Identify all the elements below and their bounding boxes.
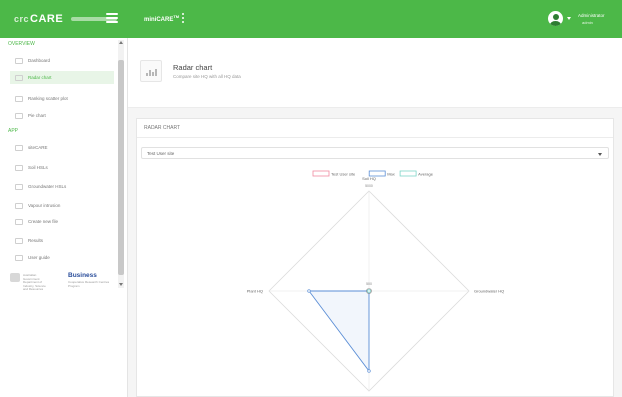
radar-series-1	[308, 290, 370, 373]
radar-tick-label-center: 500	[366, 282, 372, 286]
scroll-down-arrow-icon[interactable]	[119, 283, 123, 286]
app-title-text: miniCARE	[144, 17, 174, 23]
radar-chart: Test User site Max Average Soil HQ Groundwat…	[247, 170, 504, 397]
user-avatar-icon[interactable]	[548, 11, 563, 26]
vapour-icon	[15, 202, 23, 209]
radar-point-1-3[interactable]	[307, 289, 311, 293]
radar-axis-label-1: Groundwater HQ	[474, 289, 504, 294]
sidebar-item-groundwater-hsls[interactable]: Groundwater HSLs	[10, 180, 114, 193]
more-options-icon[interactable]	[182, 13, 185, 24]
page-header: Radar chart Compare site HQ with all HQ …	[128, 38, 622, 108]
sidebar-section-overview: OVERVIEW	[8, 41, 35, 47]
sidebar-item-vapour-intrusion[interactable]: Vapour intrusion	[10, 199, 114, 212]
legend-label-1[interactable]: Max	[387, 172, 395, 177]
card-title: RADAR CHART	[144, 125, 181, 131]
top-bar: crc CARE miniCARETM Administrator admin	[0, 0, 622, 38]
legend-swatch-2[interactable]	[399, 170, 417, 177]
sidebar-item-label: Radar chart	[28, 75, 52, 80]
chevron-down-icon[interactable]	[567, 17, 571, 20]
sidebar-section-app: APP	[8, 128, 19, 134]
pie-chart-icon	[15, 112, 23, 119]
sidebar-item-soil-hsls[interactable]: Soil HSLs	[10, 161, 114, 174]
radar-point-2-3[interactable]	[367, 289, 371, 293]
sidebar-item-pie-chart[interactable]: Pie chart	[10, 109, 114, 122]
user-role: admin	[582, 20, 593, 25]
page-subtitle: Compare site HQ with all HQ data	[173, 74, 241, 79]
legend-label-0[interactable]: Test User site	[331, 172, 356, 177]
business-logo-text: Business	[68, 272, 97, 279]
groundwater-icon	[15, 183, 23, 190]
user-name[interactable]: Administrator	[578, 13, 605, 18]
sidebar-item-label: Vapour intrusion	[28, 203, 61, 208]
site-icon	[15, 144, 23, 151]
site-select-value: Test User site	[147, 151, 175, 156]
sidebar-item-radar-chart[interactable]: Radar chart	[10, 71, 114, 84]
radar-axis-label-0: Soil HQ	[362, 176, 376, 181]
business-sub-text: Cooperative Research Centres Program	[68, 280, 110, 288]
soil-icon	[15, 164, 23, 171]
sidebar-item-results[interactable]: Results	[10, 234, 114, 247]
sidebar-item-label: Results	[28, 238, 44, 243]
chevron-down-icon	[598, 152, 602, 156]
radar-tick-label-max: 5000	[365, 184, 373, 188]
card-divider	[137, 137, 613, 138]
app-title-trademark: TM	[173, 14, 180, 19]
sidebar-item-label: Ranking scatter plot	[28, 96, 68, 101]
hamburger-menu-icon[interactable]	[106, 13, 118, 23]
government-text: Australian Government Department of Indu…	[23, 273, 46, 292]
sidebar-item-label: Groundwater HSLs	[28, 184, 67, 189]
sidebar-item-label: Dashboard	[28, 58, 51, 63]
scatter-plot-icon	[15, 95, 23, 102]
sidebar-item-ranking-scatter-plot[interactable]: Ranking scatter plot	[10, 92, 114, 105]
dashboard-icon	[15, 57, 23, 64]
site-select[interactable]: Test User site	[141, 147, 609, 159]
sponsor-logos: Australian Government Department of Indu…	[8, 270, 116, 291]
legend-label-2[interactable]: Average	[418, 172, 434, 177]
app-title: miniCARETM	[144, 14, 179, 23]
radar-axis-label-3: Plant HQ	[247, 289, 263, 294]
page-title: Radar chart	[173, 63, 213, 72]
book-icon	[15, 254, 23, 261]
bar-chart-icon	[140, 60, 162, 82]
radar-chart-card: RADAR CHART Test User site Test User sit…	[136, 118, 614, 397]
sidebar-item-label: siteCARE	[28, 145, 48, 150]
sidebar-item-create-new-file[interactable]: Create new file	[10, 215, 114, 228]
sidebar: OVERVIEW Dashboard Radar chart Ranking s…	[0, 38, 128, 397]
radar-point-1-2[interactable]	[367, 369, 371, 373]
sidebar-item-user-guide[interactable]: User guide	[10, 251, 114, 264]
scroll-up-arrow-icon[interactable]	[119, 41, 123, 44]
edit-file-icon	[15, 218, 23, 225]
sidebar-item-label: Pie chart	[28, 113, 46, 118]
sidebar-item-label: Create new file	[28, 219, 59, 224]
legend-swatch-0[interactable]	[312, 170, 330, 177]
sidebar-scroll-thumb[interactable]	[118, 60, 124, 275]
results-icon	[15, 237, 23, 244]
sidebar-item-label: Soil HSLs	[28, 165, 48, 170]
sidebar-item-label: User guide	[28, 255, 50, 260]
sidebar-item-dashboard[interactable]: Dashboard	[10, 54, 114, 67]
brand-prefix: crc	[14, 14, 30, 24]
sidebar-item-sitecare[interactable]: siteCARE	[10, 141, 114, 154]
coat-of-arms-icon	[10, 273, 20, 282]
brand-name: CARE	[30, 13, 64, 25]
radar-chart-icon	[15, 74, 23, 81]
